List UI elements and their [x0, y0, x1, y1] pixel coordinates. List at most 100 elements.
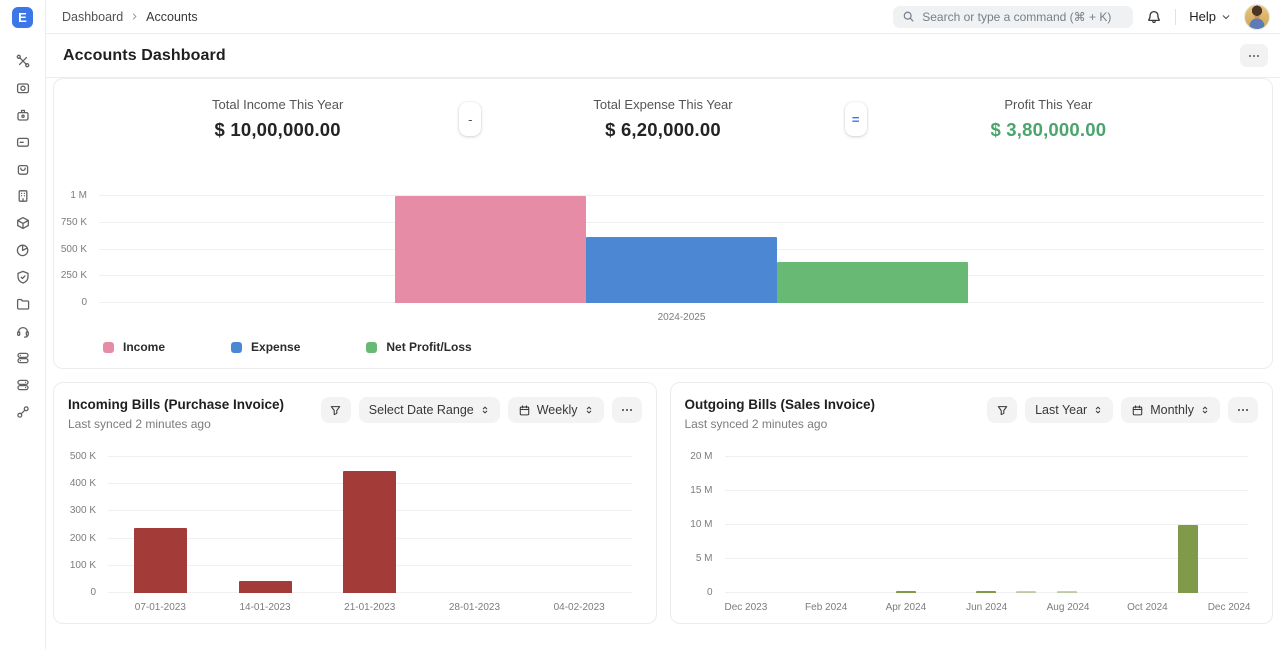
breadcrumb-parent[interactable]: Dashboard [62, 10, 123, 24]
y-tick-label: 300 K [68, 506, 96, 516]
category-slot [805, 457, 845, 593]
number-card-profit[interactable]: Profit This Year $ 3,80,000.00 [867, 97, 1230, 141]
app-window: E Dashboard Accounts [0, 0, 1280, 649]
user-avatar[interactable] [1244, 4, 1270, 30]
outgoing-frequency-select[interactable]: Monthly [1121, 397, 1220, 423]
sidebar-item-stack[interactable] [15, 350, 31, 366]
outgoing-bills-chart: 05 M10 M15 M20 MDec 2023Feb 2024Apr 2024… [685, 457, 1259, 613]
legend-item: Income [103, 340, 165, 354]
y-tick-label: 20 M [685, 452, 713, 462]
bar [896, 591, 916, 593]
number-card-value: $ 3,80,000.00 [867, 119, 1230, 141]
sidebar-item-building[interactable] [15, 188, 31, 204]
category-slot [1167, 457, 1207, 593]
search-input[interactable] [922, 10, 1124, 24]
y-tick-label: 1 M [54, 191, 87, 201]
x-tick-label: Dec 2023 [725, 602, 765, 613]
equals-operator-badge: = [845, 102, 867, 136]
sidebar-item-wallet[interactable] [15, 134, 31, 150]
x-tick-label: 2024-2025 [99, 312, 1264, 323]
x-tick-label: Apr 2024 [886, 602, 926, 613]
x-tick-label [926, 602, 966, 613]
incoming-date-range-select[interactable]: Select Date Range [359, 397, 500, 423]
shield-check-icon [15, 269, 31, 285]
folder-icon [15, 296, 31, 312]
sidebar-item-package[interactable] [15, 215, 31, 231]
sidebar-item-shield-check[interactable] [15, 269, 31, 285]
incoming-filter-button[interactable] [321, 397, 351, 423]
bar [1016, 591, 1036, 593]
frequency-label: Monthly [1150, 403, 1194, 417]
widget-actions: Last Year Monthly [987, 397, 1258, 423]
sidebar-item-pie-chart[interactable] [15, 242, 31, 258]
outgoing-more-button[interactable] [1228, 397, 1258, 423]
widget-header: Incoming Bills (Purchase Invoice) Last s… [68, 397, 642, 431]
x-tick-label: Aug 2024 [1047, 602, 1087, 613]
breadcrumb-current[interactable]: Accounts [146, 10, 197, 24]
legend-label: Income [123, 340, 165, 354]
x-tick-label: 21-01-2023 [317, 602, 422, 613]
category-slot [1208, 457, 1248, 593]
x-tick-label [765, 602, 805, 613]
breadcrumb: Dashboard Accounts [62, 10, 198, 24]
outgoing-bills-widget: Outgoing Bills (Sales Invoice) Last sync… [670, 382, 1274, 624]
page-more-button[interactable] [1240, 44, 1268, 67]
bar-expense [586, 237, 777, 303]
app-logo[interactable]: E [12, 7, 33, 28]
links-icon [15, 404, 31, 420]
category-slot [966, 457, 1006, 593]
notifications-button[interactable] [1146, 9, 1162, 25]
number-card-total-income[interactable]: Total Income This Year $ 10,00,000.00 [96, 97, 459, 141]
category-slot [886, 457, 926, 593]
sidebar-item-shopping-bag[interactable] [15, 161, 31, 177]
y-tick-label: 500 K [54, 245, 87, 255]
incoming-bills-chart: 0100 K200 K300 K400 K500 K07-01-202314-0… [68, 457, 642, 613]
calendar-icon [1131, 404, 1144, 417]
y-tick-label: 500 K [68, 452, 96, 462]
filter-icon [996, 404, 1009, 417]
outgoing-filter-button[interactable] [987, 397, 1017, 423]
x-axis-labels: 2024-2025 [99, 312, 1264, 323]
sidebar-item-folder[interactable] [15, 296, 31, 312]
main-area: Dashboard Accounts Help Accounts D [46, 0, 1280, 649]
ellipsis-icon [620, 403, 634, 417]
main-chart-legend: IncomeExpenseNet Profit/Loss [54, 340, 1272, 354]
sidebar-item-stack-alt[interactable] [15, 377, 31, 393]
sidebar-item-tools[interactable] [15, 53, 31, 69]
legend-swatch [231, 342, 242, 353]
sidebar-item-cash-register[interactable] [15, 107, 31, 123]
search-bar [893, 6, 1133, 28]
page-title: Accounts Dashboard [63, 47, 226, 65]
sidebar-item-headset[interactable] [15, 323, 31, 339]
widget-header: Outgoing Bills (Sales Invoice) Last sync… [685, 397, 1259, 431]
bar [976, 591, 996, 593]
bars-row [108, 457, 632, 593]
x-tick-label: 28-01-2023 [422, 602, 527, 613]
incoming-frequency-select[interactable]: Weekly [508, 397, 604, 423]
number-card-total-expense[interactable]: Total Expense This Year $ 6,20,000.00 [481, 97, 844, 141]
outgoing-date-range-select[interactable]: Last Year [1025, 397, 1113, 423]
bar-group [395, 196, 968, 303]
y-tick-label: 5 M [685, 554, 713, 564]
sidebar-item-archive[interactable] [15, 80, 31, 96]
shopping-bag-icon [15, 161, 31, 177]
logo-letter: E [18, 10, 27, 25]
help-menu[interactable]: Help [1189, 9, 1231, 24]
category-slot [765, 457, 805, 593]
bar [239, 581, 292, 593]
x-tick-label: Oct 2024 [1127, 602, 1167, 613]
incoming-more-button[interactable] [612, 397, 642, 423]
category-slot [1047, 457, 1087, 593]
x-tick-label [845, 602, 885, 613]
page-header: Accounts Dashboard [46, 34, 1280, 78]
bars-row [99, 196, 1264, 303]
x-axis-labels: Dec 2023Feb 2024Apr 2024Jun 2024Aug 2024… [725, 602, 1249, 613]
plot-area: 0100 K200 K300 K400 K500 K [108, 457, 632, 593]
bar [1057, 591, 1077, 593]
y-tick-label: 200 K [68, 534, 96, 544]
sidebar-item-links[interactable] [15, 404, 31, 420]
stack-icon [15, 350, 31, 366]
stack-alt-icon [15, 377, 31, 393]
sort-arrows-icon [480, 404, 490, 416]
widget-titles: Incoming Bills (Purchase Invoice) Last s… [68, 397, 284, 431]
